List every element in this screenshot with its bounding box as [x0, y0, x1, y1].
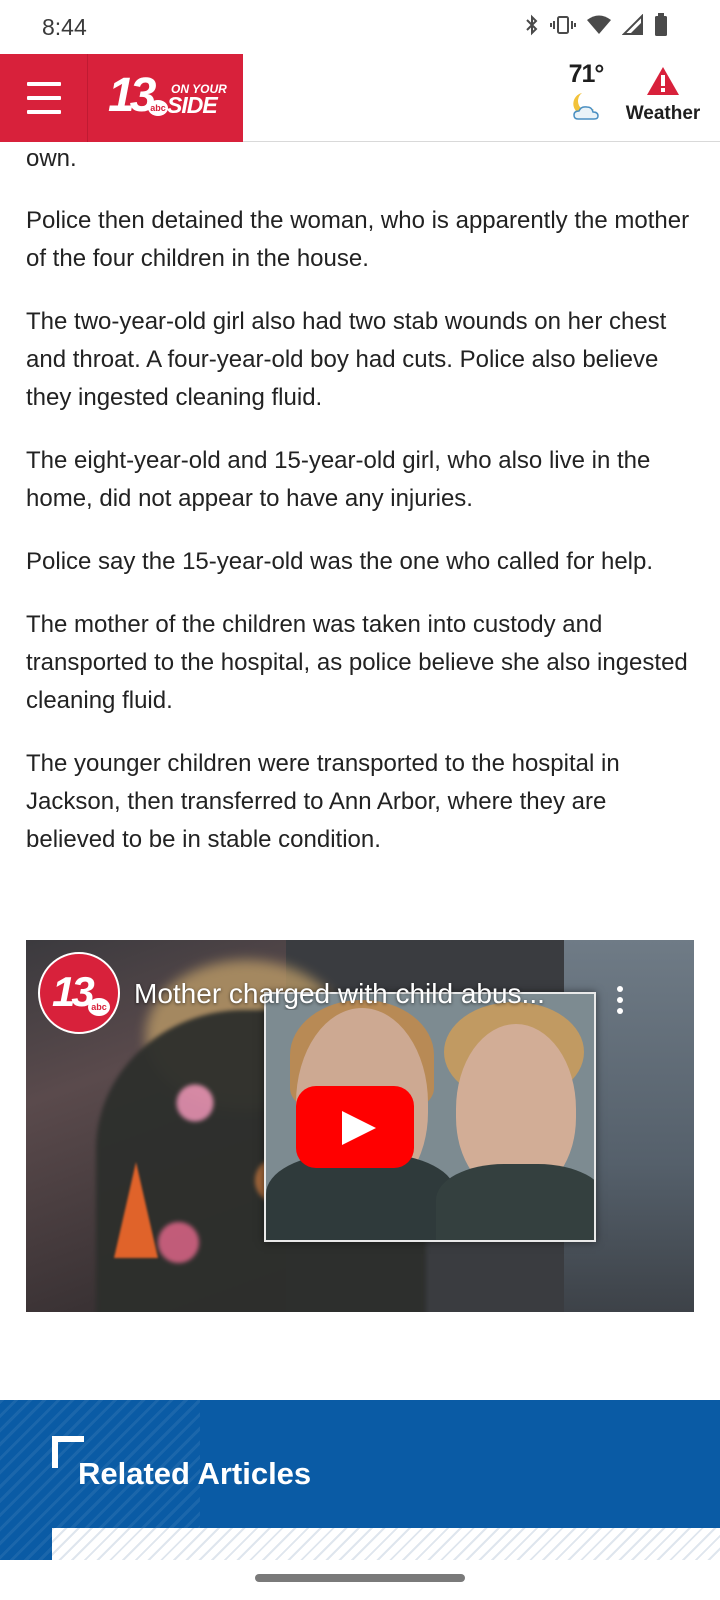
article-body: own. Police then detained the woman, who… — [26, 140, 696, 884]
related-articles-section: Related Articles — [0, 1400, 720, 1560]
article-paragraph: own. — [26, 145, 77, 172]
weather-label: Weather — [625, 103, 701, 124]
status-icons — [524, 13, 668, 37]
site-header: 13 abc ON YOUR SIDE 71° Weather — [0, 54, 720, 142]
moon-cloud-icon — [573, 93, 599, 120]
signal-icon — [622, 14, 643, 35]
mugshot-body-right — [436, 1164, 594, 1240]
channel-avatar-network: abc — [88, 998, 110, 1016]
menu-button[interactable] — [0, 54, 88, 142]
logo-tagline-bottom: SIDE — [167, 92, 218, 118]
article-paragraph: The two-year-old girl also had two stab … — [26, 308, 667, 411]
vibrate-icon — [550, 16, 576, 34]
weather-current[interactable]: 71° — [560, 60, 612, 123]
related-articles-heading: Related Articles — [78, 1456, 312, 1491]
play-button[interactable] — [296, 1086, 414, 1168]
logo-number: 13 — [108, 69, 156, 122]
bluetooth-icon — [526, 14, 538, 36]
article-paragraph: The mother of the children was taken int… — [26, 611, 688, 714]
weather-temperature: 71° — [568, 60, 605, 88]
more-options-icon[interactable] — [610, 982, 630, 1018]
article-paragraph: Police say the 15-year-old was the one w… — [26, 548, 654, 575]
home-gesture-bar[interactable] — [255, 1574, 465, 1582]
video-title[interactable]: Mother charged with child abus... — [134, 978, 594, 1010]
status-bar: 8:44 — [0, 0, 720, 54]
battery-icon — [655, 13, 667, 36]
channel-avatar[interactable]: 13 abc — [38, 952, 120, 1034]
menu-line-top — [27, 82, 61, 86]
gesture-navigation-area — [0, 1560, 720, 1600]
menu-line-bottom — [27, 110, 61, 114]
article-paragraph: The eight-year-old and 15-year-old girl,… — [26, 447, 651, 512]
weather-alert-button[interactable]: Weather — [618, 66, 708, 125]
menu-line-middle — [27, 96, 61, 100]
alert-triangle-icon — [647, 67, 679, 95]
video-thumbnail-cone — [114, 1162, 158, 1258]
wifi-icon — [587, 15, 611, 34]
article-paragraph: Police then detained the woman, who is a… — [26, 207, 690, 272]
status-time: 8:44 — [42, 14, 87, 40]
site-logo[interactable]: 13 abc ON YOUR SIDE — [88, 54, 243, 142]
article-paragraph: The younger children were transported to… — [26, 750, 620, 853]
video-player[interactable]: 13 abc Mother charged with child abus... — [26, 940, 694, 1312]
channel-avatar-number: 13 — [52, 968, 95, 1015]
related-articles-list-top — [52, 1528, 720, 1560]
logo-network-badge: abc — [148, 100, 168, 116]
